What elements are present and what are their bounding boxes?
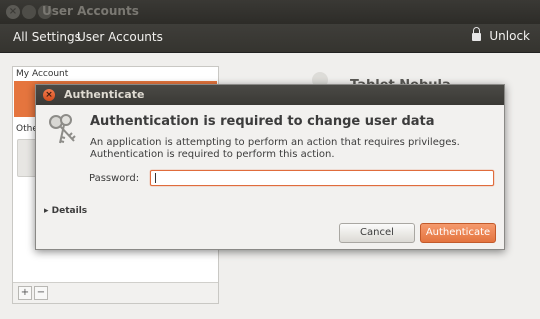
window-titlebar: × User Accounts xyxy=(0,0,540,24)
dialog-close-icon[interactable]: × xyxy=(43,89,55,101)
dialog-description: An application is attempting to perform … xyxy=(90,137,460,161)
minimize-icon[interactable] xyxy=(22,5,36,19)
breadcrumb-user-accounts[interactable]: User Accounts xyxy=(77,30,163,44)
add-icon[interactable]: + xyxy=(18,286,32,300)
details-label: Details xyxy=(51,206,88,216)
description-line: An application is attempting to perform … xyxy=(90,137,460,148)
my-account-label: My Account xyxy=(16,69,69,79)
remove-icon[interactable]: − xyxy=(34,286,48,300)
window-title: User Accounts xyxy=(42,4,139,18)
dialog-headline: Authentication is required to change use… xyxy=(90,114,435,129)
dialog-title: Authenticate xyxy=(64,88,145,101)
password-label: Password: xyxy=(89,173,140,184)
keys-icon xyxy=(49,114,76,144)
cancel-button[interactable]: Cancel xyxy=(339,223,415,243)
authenticate-button[interactable]: Authenticate xyxy=(420,223,496,243)
description-line: Authentication is required to perform th… xyxy=(90,149,335,160)
toolbar: All Settings User Accounts Unlock xyxy=(0,24,540,53)
unlock-label: Unlock xyxy=(489,29,530,43)
text-caret xyxy=(155,173,156,183)
unlock-button[interactable]: Unlock xyxy=(472,27,530,47)
password-field[interactable] xyxy=(150,170,494,186)
list-footer: + − xyxy=(13,282,218,303)
close-icon[interactable]: × xyxy=(6,5,20,19)
expander-arrow-icon: ▸ xyxy=(44,206,49,216)
authenticate-dialog: × Authenticate Authentication is require… xyxy=(35,84,505,250)
all-settings-button[interactable]: All Settings xyxy=(13,30,81,44)
dialog-titlebar: × Authenticate xyxy=(36,85,504,105)
details-expander[interactable]: ▸ Details xyxy=(44,206,87,216)
lock-icon xyxy=(472,27,482,41)
